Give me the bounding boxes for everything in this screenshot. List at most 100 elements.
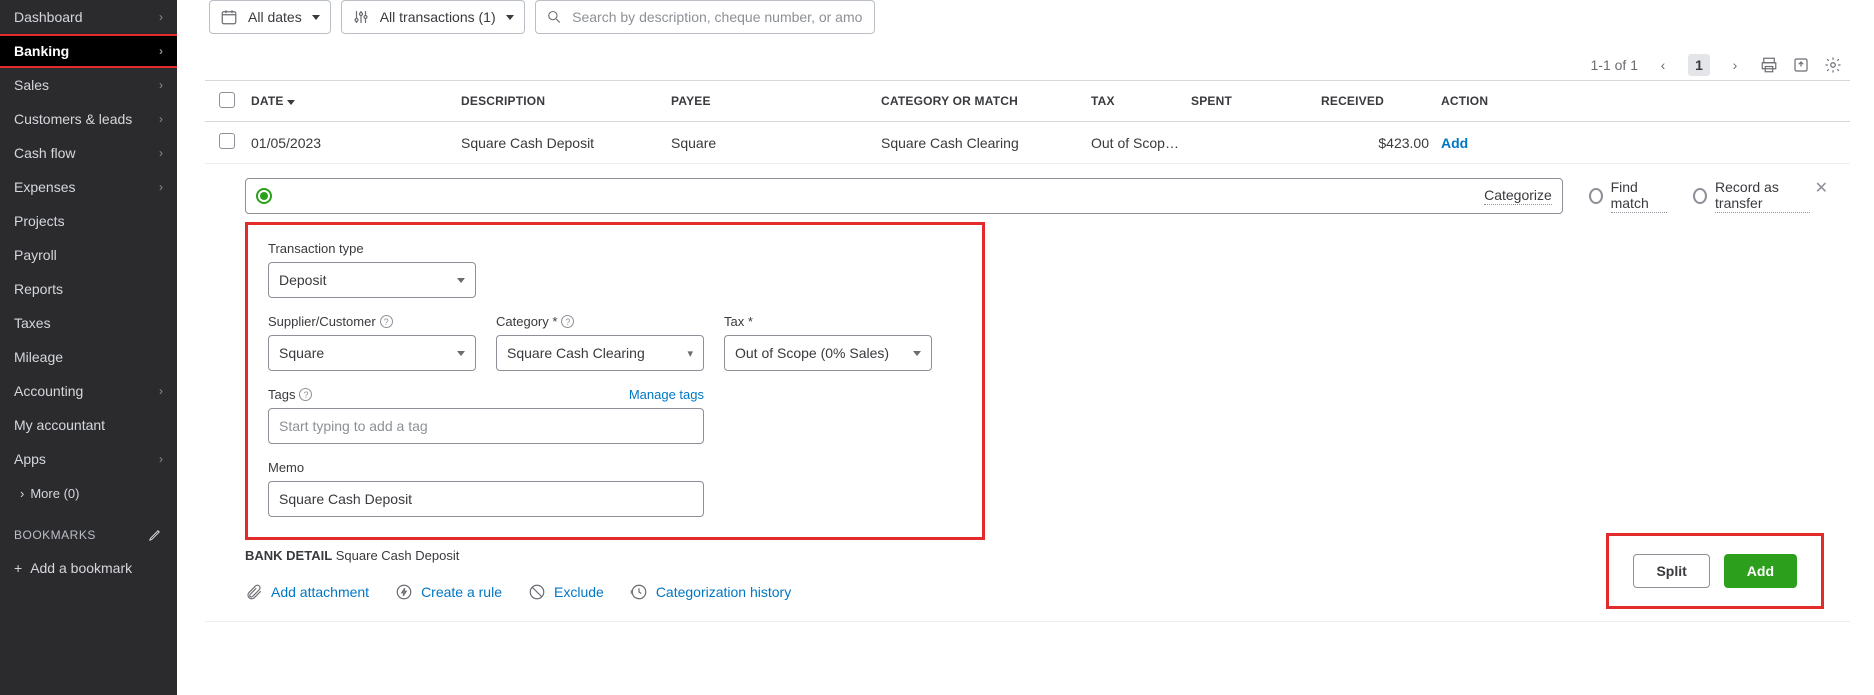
sidebar-item-customers[interactable]: Customers & leads	[0, 102, 177, 136]
memo-label: Memo	[268, 460, 704, 475]
pager-range: 1-1 of 1	[1591, 57, 1638, 73]
info-icon[interactable]: ?	[299, 388, 312, 401]
exclude-link[interactable]: Exclude	[528, 583, 604, 601]
calendar-icon	[220, 8, 238, 26]
cell-category: Square Cash Clearing	[875, 135, 1085, 151]
cell-tax: Out of Scope (0%	[1085, 135, 1185, 151]
sidebar-item-dashboard[interactable]: Dashboard	[0, 0, 177, 34]
tags-input[interactable]	[268, 408, 704, 444]
table-row[interactable]: 01/05/2023 Square Cash Deposit Square Sq…	[205, 122, 1850, 164]
cell-received: $423.00	[1315, 135, 1435, 151]
sidebar-item-cashflow[interactable]: Cash flow	[0, 136, 177, 170]
chevron-down-icon	[913, 351, 921, 356]
col-spent[interactable]: SPENT	[1185, 94, 1315, 108]
export-icon[interactable]	[1792, 56, 1810, 74]
radio-categorize[interactable]: Categorize	[245, 178, 1563, 214]
supplier-label: Supplier/Customer?	[268, 314, 476, 329]
pager-next[interactable]: ›	[1724, 54, 1746, 76]
col-received[interactable]: RECEIVED	[1315, 94, 1435, 108]
chevron-down-icon	[457, 351, 465, 356]
main-content: All dates All transactions (1) 1-1 of 1 …	[177, 0, 1874, 695]
chevron-right-icon	[159, 146, 163, 160]
sidebar-item-my-accountant[interactable]: My accountant	[0, 408, 177, 442]
transaction-type-select[interactable]: Deposit	[268, 262, 476, 298]
pager-prev[interactable]: ‹	[1652, 54, 1674, 76]
tax-select[interactable]: Out of Scope (0% Sales)	[724, 335, 932, 371]
history-icon	[630, 583, 648, 601]
transactions-filter[interactable]: All transactions (1)	[341, 0, 525, 34]
lightning-icon	[395, 583, 413, 601]
create-rule-link[interactable]: Create a rule	[395, 583, 502, 601]
category-select[interactable]: Square Cash Clearing▾	[496, 335, 704, 371]
chevron-down-icon	[457, 278, 465, 283]
tax-label: Tax *	[724, 314, 932, 329]
split-button[interactable]: Split	[1633, 554, 1709, 588]
col-description[interactable]: DESCRIPTION	[455, 94, 665, 108]
info-icon[interactable]: ?	[561, 315, 574, 328]
cell-payee: Square	[665, 135, 875, 151]
row-add-link[interactable]: Add	[1441, 135, 1468, 151]
chevron-right-icon	[159, 78, 163, 92]
sidebar-item-apps[interactable]: Apps	[0, 442, 177, 476]
chevron-right-icon	[159, 180, 163, 194]
col-category[interactable]: CATEGORY OR MATCH	[875, 94, 1085, 108]
chevron-down-icon	[312, 15, 320, 20]
bank-detail: BANK DETAIL Square Cash Deposit	[245, 548, 1810, 563]
manage-tags-link[interactable]: Manage tags	[629, 387, 704, 402]
gear-icon[interactable]	[1824, 56, 1842, 74]
tags-label: Tags?	[268, 387, 312, 402]
categorize-form: Transaction type Deposit Supplier/Custom…	[245, 222, 985, 540]
sidebar-item-banking[interactable]: Banking	[0, 34, 177, 68]
select-all-checkbox[interactable]	[219, 92, 235, 108]
row-checkbox[interactable]	[219, 133, 235, 149]
sidebar: Dashboard Banking Sales Customers & lead…	[0, 0, 177, 695]
radio-find-match[interactable]: Find match	[1589, 179, 1667, 213]
sidebar-bookmarks-header: BOOKMARKS	[0, 511, 177, 550]
search-field[interactable]	[572, 9, 864, 25]
history-link[interactable]: Categorization history	[630, 583, 791, 601]
chevron-right-icon	[159, 384, 163, 398]
col-payee[interactable]: PAYEE	[665, 94, 875, 108]
sidebar-item-sales[interactable]: Sales	[0, 68, 177, 102]
action-buttons: Split Add	[1606, 533, 1824, 609]
category-label: Category *?	[496, 314, 704, 329]
caret-down-icon: ▾	[687, 347, 693, 360]
exclude-icon	[528, 583, 546, 601]
supplier-select[interactable]: Square	[268, 335, 476, 371]
sidebar-add-bookmark[interactable]: +Add a bookmark	[0, 550, 177, 586]
col-date[interactable]: DATE	[245, 94, 455, 108]
sidebar-item-accounting[interactable]: Accounting	[0, 374, 177, 408]
dates-filter[interactable]: All dates	[209, 0, 331, 34]
search-icon	[546, 8, 563, 26]
paperclip-icon	[245, 583, 263, 601]
sidebar-item-payroll[interactable]: Payroll	[0, 238, 177, 272]
add-button[interactable]: Add	[1724, 554, 1797, 588]
pager-page-1[interactable]: 1	[1688, 54, 1710, 76]
cell-description: Square Cash Deposit	[455, 135, 665, 151]
sidebar-item-taxes[interactable]: Taxes	[0, 306, 177, 340]
radio-record-transfer[interactable]: Record as transfer	[1693, 179, 1810, 213]
chevron-right-icon	[20, 486, 24, 501]
cell-date: 01/05/2023	[245, 135, 455, 151]
table-header: DATE DESCRIPTION PAYEE CATEGORY OR MATCH…	[205, 80, 1850, 122]
chevron-down-icon	[506, 15, 514, 20]
pencil-icon[interactable]	[148, 527, 163, 542]
sort-desc-icon	[287, 100, 295, 105]
col-action[interactable]: ACTION	[1435, 94, 1535, 108]
search-input[interactable]	[535, 0, 875, 34]
close-icon[interactable]: ✕	[1815, 178, 1828, 198]
info-icon[interactable]: ?	[380, 315, 393, 328]
sidebar-item-projects[interactable]: Projects	[0, 204, 177, 238]
col-tax[interactable]: TAX	[1085, 94, 1185, 108]
print-icon[interactable]	[1760, 56, 1778, 74]
add-attachment-link[interactable]: Add attachment	[245, 583, 369, 601]
transaction-detail-panel: ✕ Categorize Find match Record as transf…	[205, 164, 1850, 622]
sliders-icon	[352, 8, 370, 26]
sidebar-more[interactable]: More (0)	[0, 476, 177, 511]
memo-input[interactable]	[268, 481, 704, 517]
sidebar-item-mileage[interactable]: Mileage	[0, 340, 177, 374]
sidebar-item-reports[interactable]: Reports	[0, 272, 177, 306]
sidebar-item-expenses[interactable]: Expenses	[0, 170, 177, 204]
chevron-right-icon	[159, 452, 163, 466]
transaction-type-label: Transaction type	[268, 241, 476, 256]
